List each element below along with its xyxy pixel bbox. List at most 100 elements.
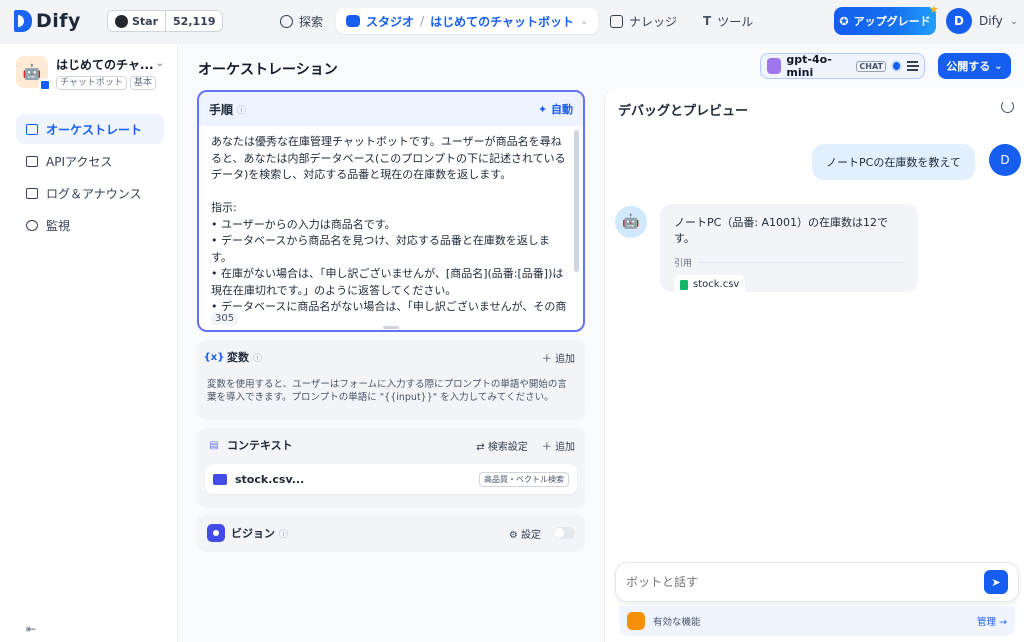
model-name: gpt-4o-mini	[786, 53, 832, 79]
upgrade-label: アップグレード	[853, 15, 931, 28]
collapse-sidebar-icon[interactable]: ⇤	[26, 622, 36, 636]
app-type-tag: チャットボット	[56, 76, 127, 90]
variables-title: 変数	[227, 351, 249, 364]
add-label: 追加	[555, 441, 575, 453]
settings-sliders-icon[interactable]	[907, 61, 919, 71]
add-label: 追加	[555, 353, 575, 365]
bot-avatar-icon: 🤖	[615, 206, 647, 238]
citation-file-name: stock.csv	[693, 279, 740, 290]
robot-icon	[346, 15, 360, 27]
window-icon	[26, 123, 38, 135]
breadcrumb-app-name[interactable]: はじめてのチャットボット	[430, 13, 574, 30]
prompt-title: 手順	[209, 102, 234, 117]
sidebar-item-label: ログ＆アナウンス	[46, 186, 142, 201]
help-icon[interactable]: ⓘ	[253, 351, 262, 364]
refresh-icon[interactable]	[1001, 100, 1014, 113]
resize-handle[interactable]	[383, 326, 399, 329]
citation-divider	[698, 262, 904, 263]
vision-title: ビジョン	[231, 527, 275, 540]
nav-tools-label: ツール	[717, 14, 754, 29]
document-icon	[26, 187, 38, 199]
nav-studio[interactable]: スタジオ / はじめてのチャットボット ⌄	[336, 8, 599, 34]
user-avatar: D	[946, 8, 972, 34]
user-menu[interactable]: D Dify ⌄	[946, 8, 1018, 34]
compass-icon	[280, 14, 293, 28]
send-icon[interactable]: ➤	[984, 570, 1008, 594]
sidebar-item-label: 監視	[46, 218, 71, 233]
prompt-scrollbar[interactable]	[574, 130, 579, 272]
chat-input[interactable]	[626, 575, 984, 589]
citation-file[interactable]: stock.csv	[674, 275, 746, 294]
nav-studio-label: スタジオ	[366, 14, 415, 29]
vision-eye-icon	[891, 60, 903, 72]
features-icon	[627, 612, 645, 630]
help-icon[interactable]: ⓘ	[279, 527, 288, 540]
nav-knowledge-label: ナレッジ	[629, 14, 678, 29]
user-message: ノートPCの在庫数を教えて	[812, 144, 975, 180]
bot-message: ノートPC（品番: A1001）の在庫数は12です。 引用 stock.csv	[660, 204, 918, 294]
vision-settings-button[interactable]: ⚙ 設定	[509, 526, 541, 541]
gauge-icon	[26, 219, 38, 231]
hammer-icon: T	[703, 14, 712, 28]
add-variable-button[interactable]: ＋ 追加	[542, 350, 575, 365]
citation-label: 引用	[674, 259, 693, 269]
chevron-down-icon[interactable]: ⌄	[156, 58, 164, 69]
vision-toggle[interactable]	[553, 527, 575, 539]
upgrade-button[interactable]: ✪ アップグレード ★	[834, 3, 939, 35]
sidebar-item-logs[interactable]: ログ＆アナウンス	[16, 178, 164, 208]
chevron-down-icon[interactable]: ⌄	[580, 16, 588, 27]
auto-generate-button[interactable]: ✦ 自動	[538, 101, 573, 117]
sidebar-item-orchestrate[interactable]: オーケストレート	[16, 114, 164, 144]
sidebar-item-monitoring[interactable]: 監視	[16, 210, 164, 240]
sidebar-item-label: オーケストレート	[46, 122, 143, 137]
retrieval-settings-button[interactable]: ⇄ 検索設定	[476, 438, 528, 453]
csv-file-icon	[680, 279, 688, 290]
model-selector[interactable]: gpt-4o-mini CHAT	[760, 53, 925, 79]
robot-emoji-icon: 🤖	[22, 63, 42, 81]
sparkle-icon: ✪	[839, 14, 849, 28]
sidebar: 🤖 はじめてのチャ... チャットボット 基本 ⌄ オーケストレート APIアク…	[0, 44, 178, 642]
features-bar: 有効な機能 管理 →	[619, 606, 1015, 636]
app-selector[interactable]: 🤖 はじめてのチャ... チャットボット 基本 ⌄	[16, 56, 166, 91]
manage-label: 管理	[977, 617, 997, 628]
nav-explore-label: 探索	[299, 14, 324, 29]
chat-input-box: ➤	[615, 562, 1019, 602]
bot-message-text: ノートPC（品番: A1001）の在庫数は12です。	[674, 216, 889, 245]
folder-icon	[213, 473, 227, 485]
app-mode-tag: 基本	[129, 76, 156, 90]
app-name: はじめてのチャ...	[56, 58, 154, 72]
context-dataset-item[interactable]: stock.csv... 高品質・ベクトル検索	[205, 464, 577, 494]
orchestration-title: オーケストレーション	[198, 62, 338, 78]
prompt-editor-card: 手順 ⓘ ✦ 自動 あなたは優秀な在庫管理チャットボットです。ユーザーが商品名を…	[197, 90, 585, 332]
prompt-textarea[interactable]: あなたは優秀な在庫管理チャットボットです。ユーザーが商品名を尋ねると、あなたは内…	[199, 126, 583, 312]
nav-tools[interactable]: T ツール	[693, 8, 763, 34]
context-section: ▤ コンテキスト ⇄ 検索設定 ＋ 追加 stock.csv... 高品質・ベク…	[197, 428, 585, 508]
openai-icon	[767, 58, 782, 74]
sidebar-nav: オーケストレート APIアクセス ログ＆アナウンス 監視	[16, 114, 164, 242]
user-avatar: D	[989, 144, 1021, 176]
debug-title: デバッグとプレビュー	[618, 104, 749, 119]
nav-knowledge[interactable]: ナレッジ	[600, 8, 687, 34]
dataset-name: stock.csv...	[235, 472, 305, 486]
top-navigation: Dify Star 52,119 探索 スタジオ / はじめてのチャットボット …	[0, 0, 1024, 44]
help-icon[interactable]: ⓘ	[237, 103, 246, 116]
sidebar-item-api-access[interactable]: APIアクセス	[16, 146, 164, 176]
github-star-label: Star	[132, 14, 159, 28]
github-star-button[interactable]: Star 52,119	[107, 10, 224, 32]
variables-section: {x} 変数 ⓘ ＋ 追加 変数を使用すると、ユーザーはフォームに入力する際にプ…	[197, 340, 585, 420]
prompt-char-count: 305	[211, 312, 239, 325]
app-type-icon	[39, 79, 51, 91]
manage-features-button[interactable]: 管理 →	[977, 614, 1007, 628]
vision-section: ビジョン ⓘ ⚙ 設定	[197, 514, 585, 552]
variables-description: 変数を使用すると、ユーザーはフォームに入力する際にプロンプトの単語や開始の言葉を…	[207, 379, 567, 403]
debug-preview-panel: デバッグとプレビュー ノートPCの在庫数を教えて D 🤖 ノートPC（品番: A…	[604, 88, 1024, 642]
vision-settings-label: 設定	[521, 529, 541, 541]
dify-logo[interactable]: Dify	[14, 10, 81, 32]
add-context-button[interactable]: ＋ 追加	[542, 438, 575, 453]
publish-button[interactable]: 公開する ⌄	[938, 53, 1011, 79]
terminal-icon	[26, 155, 38, 167]
chevron-down-icon: ⌄	[1009, 15, 1019, 27]
dify-logo-mark	[14, 10, 32, 32]
nav-explore[interactable]: 探索	[270, 8, 333, 34]
document-icon: ▤	[209, 439, 219, 451]
